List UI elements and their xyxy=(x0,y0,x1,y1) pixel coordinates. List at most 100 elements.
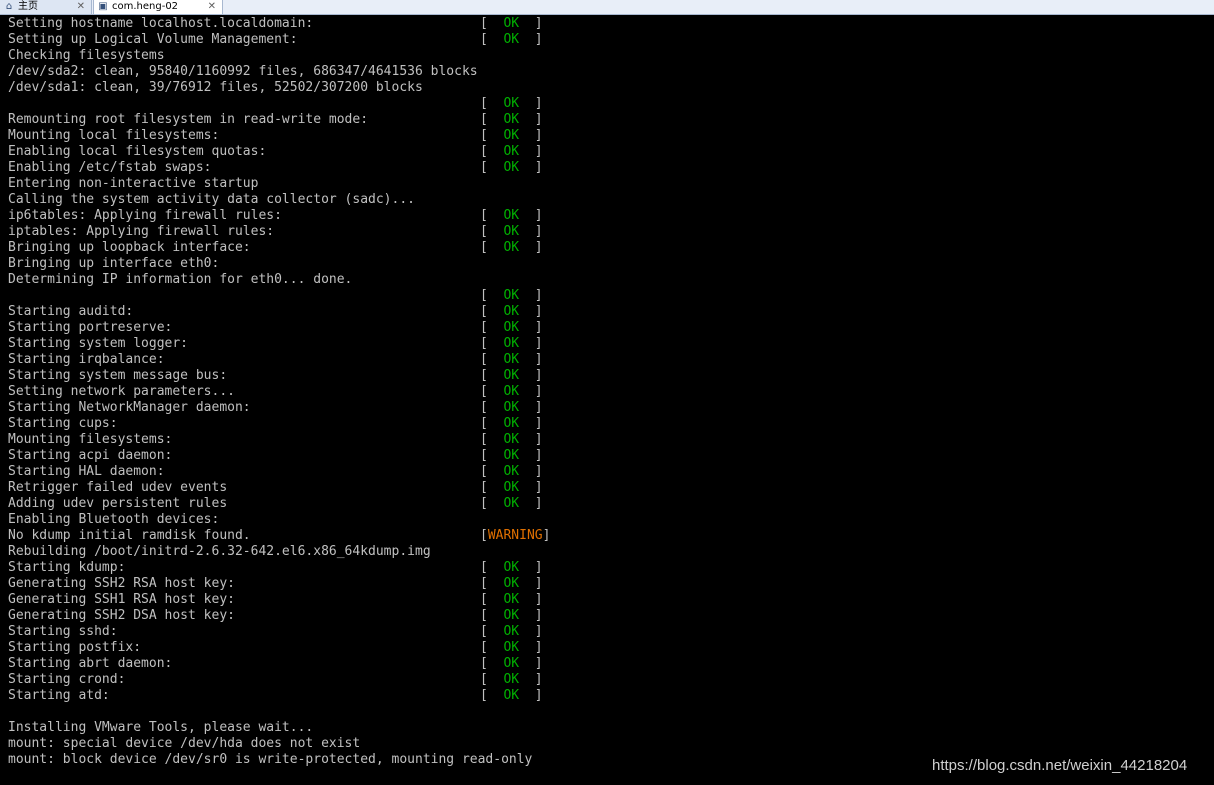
tab-vm[interactable]: ▣ com.heng-02 ✕ xyxy=(93,0,223,14)
status-badge: [ OK ] xyxy=(480,224,543,239)
console-line: Starting irqbalance: [ OK ] xyxy=(8,352,1208,368)
console-line-text: Starting system logger: xyxy=(8,336,189,351)
status-badge: [ OK ] xyxy=(480,432,543,447)
status-badge: [ OK ] xyxy=(480,608,543,623)
console-line-text: /dev/sda2: clean, 95840/1160992 files, 6… xyxy=(8,64,478,79)
tab-home[interactable]: ⌂ 主页 ✕ xyxy=(0,0,92,14)
console-line: Adding udev persistent rules [ OK ] xyxy=(8,496,1208,512)
console-line-text: Starting atd: xyxy=(8,688,110,703)
console-line: Setting hostname localhost.localdomain: [… xyxy=(8,16,1208,32)
console-line-text: Starting abrt daemon: xyxy=(8,656,173,671)
status-badge: [ OK ] xyxy=(480,496,543,511)
console-line-text: Starting crond: xyxy=(8,672,126,687)
console-line: Generating SSH2 DSA host key: [ OK ] xyxy=(8,608,1208,624)
status-ok: OK xyxy=(503,688,520,703)
console-line-text: Entering non-interactive startup xyxy=(8,176,259,191)
console-line: Starting abrt daemon: [ OK ] xyxy=(8,656,1208,672)
status-badge: [ OK ] xyxy=(480,336,543,351)
status-ok: OK xyxy=(503,128,520,143)
console-line: Bringing up loopback interface: [ OK ] xyxy=(8,240,1208,256)
status-badge: [ OK ] xyxy=(480,144,543,159)
console-line-text: Calling the system activity data collect… xyxy=(8,192,415,207)
console-line-text: Starting irqbalance: xyxy=(8,352,165,367)
console-line-text: No kdump initial ramdisk found. xyxy=(8,528,251,543)
status-badge: [ OK ] xyxy=(480,576,543,591)
tab-bar: ⌂ 主页 ✕ ▣ com.heng-02 ✕ xyxy=(0,0,1214,15)
status-badge: [ OK ] xyxy=(480,320,543,335)
tab-vm-label: com.heng-02 xyxy=(112,1,179,12)
close-icon[interactable]: ✕ xyxy=(208,0,216,14)
status-ok: OK xyxy=(503,672,520,687)
console-line-text: Starting auditd: xyxy=(8,304,134,319)
status-badge: [ OK ] xyxy=(480,112,543,127)
console-line: Starting system message bus: [ OK ] xyxy=(8,368,1208,384)
status-ok: OK xyxy=(503,560,520,575)
console-line-text: /dev/sda1: clean, 39/76912 files, 52502/… xyxy=(8,80,423,95)
status-badge: [ OK ] xyxy=(480,304,543,319)
console-line: Calling the system activity data collect… xyxy=(8,192,1208,208)
console-line-text: Starting system message bus: xyxy=(8,368,228,383)
status-ok: OK xyxy=(503,464,520,479)
status-badge: [ OK ] xyxy=(480,656,543,671)
console-line: Enabling Bluetooth devices: xyxy=(8,512,1208,528)
console-line-text: Enabling Bluetooth devices: xyxy=(8,512,220,527)
status-ok: OK xyxy=(503,112,520,127)
console-line: Starting atd: [ OK ] xyxy=(8,688,1208,704)
console-line-text: Generating SSH1 RSA host key: xyxy=(8,592,235,607)
console-line-text: Setting hostname localhost.localdomain: xyxy=(8,16,314,31)
status-badge: [ OK ] xyxy=(480,416,543,431)
vm-console[interactable]: Setting hostname localhost.localdomain: [… xyxy=(8,16,1208,784)
console-line: Remounting root filesystem in read-write… xyxy=(8,112,1208,128)
status-ok: OK xyxy=(503,448,520,463)
status-badge: [ OK ] xyxy=(480,480,543,495)
status-ok: OK xyxy=(503,304,520,319)
console-line-text: Starting kdump: xyxy=(8,560,126,575)
status-badge: [ OK ] xyxy=(480,640,543,655)
status-ok: OK xyxy=(503,624,520,639)
console-line: mount: special device /dev/hda does not … xyxy=(8,736,1208,752)
console-line-text: Setting network parameters... xyxy=(8,384,235,399)
status-badge: [ OK ] xyxy=(480,688,543,703)
status-badge: [ OK ] xyxy=(480,384,543,399)
console-line-text: Generating SSH2 RSA host key: xyxy=(8,576,235,591)
status-badge: [ OK ] xyxy=(480,160,543,175)
console-line: Mounting local filesystems: [ OK ] xyxy=(8,128,1208,144)
console-line-text: Generating SSH2 DSA host key: xyxy=(8,608,235,623)
status-ok: OK xyxy=(503,416,520,431)
close-icon[interactable]: ✕ xyxy=(77,0,85,14)
console-line: Mounting filesystems: [ OK ] xyxy=(8,432,1208,448)
status-ok: OK xyxy=(503,336,520,351)
status-ok: OK xyxy=(503,384,520,399)
status-ok: OK xyxy=(503,592,520,607)
console-line-text: ip6tables: Applying firewall rules: xyxy=(8,208,282,223)
status-ok: OK xyxy=(503,352,520,367)
console-line-text: Checking filesystems xyxy=(8,48,165,63)
console-line: iptables: Applying firewall rules: [ OK ] xyxy=(8,224,1208,240)
status-ok: OK xyxy=(503,16,520,31)
console-line-text: Adding udev persistent rules xyxy=(8,496,228,511)
console-line-text: Bringing up interface eth0: xyxy=(8,256,220,271)
vm-icon: ▣ xyxy=(98,1,108,12)
status-ok: OK xyxy=(503,208,520,223)
console-line-text: Installing VMware Tools, please wait... xyxy=(8,720,314,735)
console-line: Starting portreserve: [ OK ] xyxy=(8,320,1208,336)
console-line-text: iptables: Applying firewall rules: xyxy=(8,224,275,239)
status-ok: OK xyxy=(503,240,520,255)
console-line: Entering non-interactive startup xyxy=(8,176,1208,192)
console-line-text: Enabling local filesystem quotas: xyxy=(8,144,267,159)
console-line-text: Starting postfix: xyxy=(8,640,142,655)
console-line-text: Remounting root filesystem in read-write… xyxy=(8,112,369,127)
console-line: Bringing up interface eth0: xyxy=(8,256,1208,272)
status-badge: [ OK ] xyxy=(480,208,543,223)
console-line: Setting up Logical Volume Management: [ O… xyxy=(8,32,1208,48)
console-line: No kdump initial ramdisk found. [WARNING] xyxy=(8,528,1208,544)
console-line: [ OK ] xyxy=(8,288,1208,304)
console-line-text: Determining IP information for eth0... d… xyxy=(8,272,353,287)
console-line: Starting crond: [ OK ] xyxy=(8,672,1208,688)
status-badge: [ OK ] xyxy=(480,592,543,607)
console-line-text: Enabling /etc/fstab swaps: xyxy=(8,160,212,175)
status-badge: [ OK ] xyxy=(480,240,543,255)
console-line: Starting auditd: [ OK ] xyxy=(8,304,1208,320)
console-line-text: Mounting filesystems: xyxy=(8,432,173,447)
status-badge: [ OK ] xyxy=(480,448,543,463)
